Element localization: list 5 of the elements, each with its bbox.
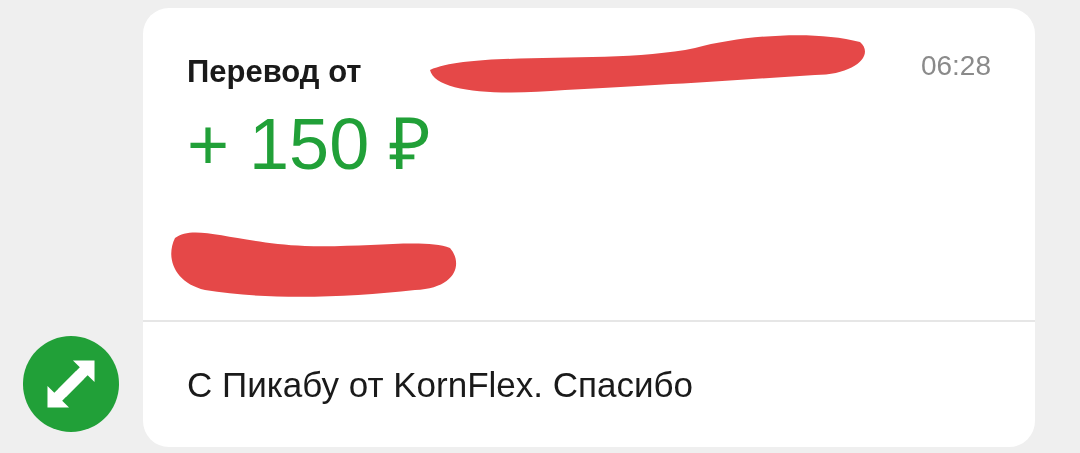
- message-title: Перевод от: [187, 54, 362, 90]
- message-text: С Пикабу от KornFlex. Спасибо: [187, 364, 693, 405]
- amount: + 150 ₽: [187, 108, 433, 180]
- transfer-icon: [22, 335, 120, 433]
- message-time: 06:28: [920, 50, 991, 82]
